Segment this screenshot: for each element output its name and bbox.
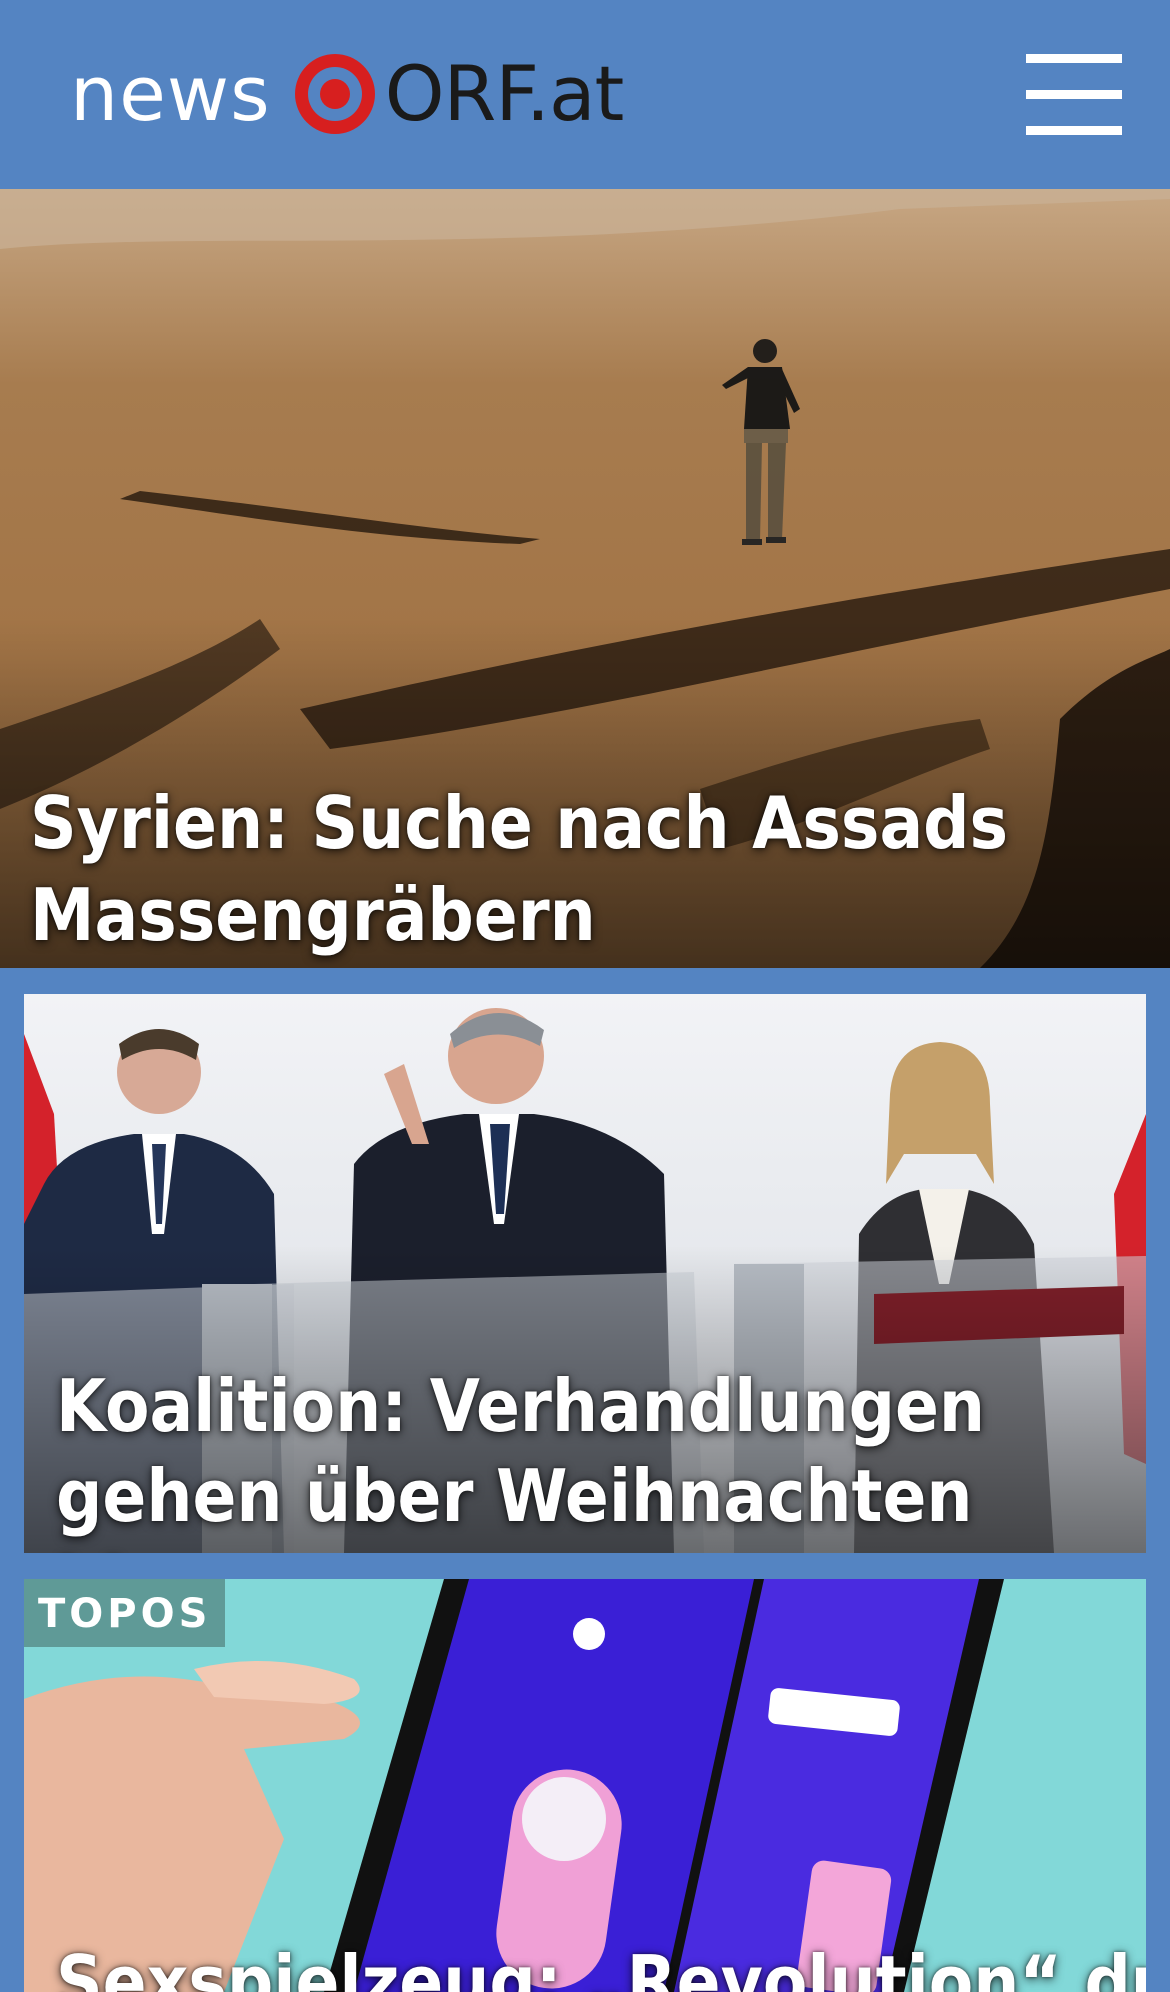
logo-brand-text: ORF.at (384, 49, 625, 138)
logo-news-text: news (70, 49, 271, 138)
story-teaser-topos[interactable]: TOPOS Sexspielzeug: „Revolution“ durch (24, 1579, 1146, 1992)
site-logo[interactable]: news ORF.at (70, 44, 625, 144)
section-badge: TOPOS (24, 1579, 226, 1647)
story-teaser-coalition[interactable]: Koalition: Verhandlungen gehen über Weih… (24, 994, 1146, 1553)
lead-story-teaser[interactable]: Syrien: Suche nach Assads Massengräbern (0, 189, 1170, 968)
top-bar: news ORF.at (0, 0, 1170, 189)
hamburger-menu-icon[interactable] (1026, 52, 1122, 136)
orf-eye-icon (294, 54, 375, 134)
teaser-headline: Sexspielzeug: „Revolution“ durch (56, 1940, 1146, 1992)
teaser-headline: Koalition: Verhandlungen gehen über Weih… (56, 1364, 986, 1553)
teaser-headline: Syrien: Suche nach Assads Massengräbern (30, 781, 1009, 957)
